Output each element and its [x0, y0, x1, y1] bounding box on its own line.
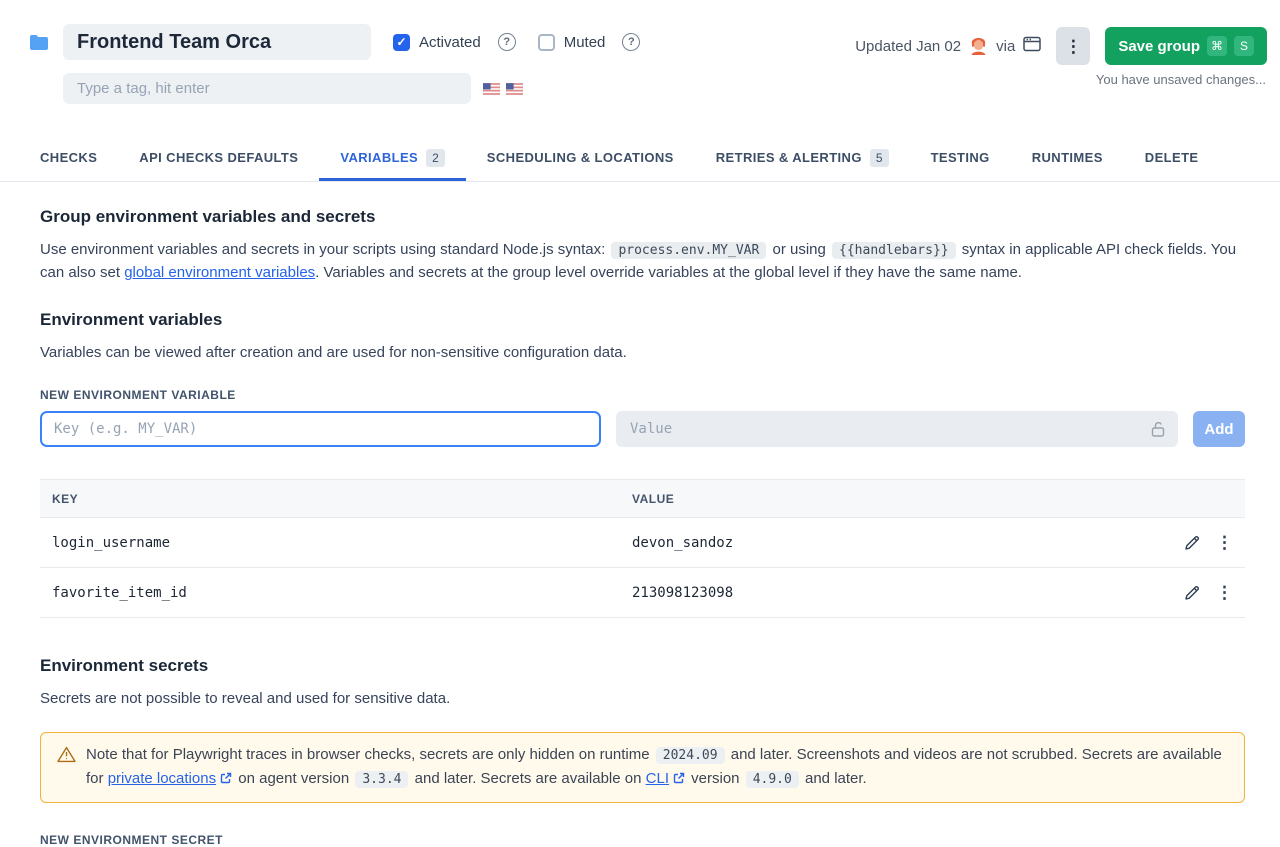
row-menu-button[interactable]: ⋮ [1216, 534, 1233, 551]
cli-link[interactable]: CLI [646, 770, 669, 787]
us-flag-icon [506, 83, 523, 95]
save-group-button[interactable]: Save group ⌘ S [1105, 27, 1267, 65]
new-env-variable-label: NEW ENVIRONMENT VARIABLE [40, 388, 1245, 402]
page-header: ✓ Activated ? Muted ? [0, 0, 1280, 104]
code-cli-version: 4.9.0 [746, 771, 799, 788]
group-name-input[interactable] [63, 24, 371, 60]
env-variables-heading: Environment variables [40, 310, 1245, 330]
variables-table: KEY VALUE login_username devon_sandoz ⋮ … [40, 479, 1245, 618]
code-runtime-version: 2024.09 [656, 747, 725, 764]
muted-help-icon[interactable]: ? [622, 33, 640, 51]
activated-help-icon[interactable]: ? [498, 33, 516, 51]
tab-testing[interactable]: TESTING [910, 134, 1011, 181]
retries-count-badge: 5 [870, 149, 889, 167]
tab-variables[interactable]: VARIABLES 2 [319, 134, 465, 181]
table-row: login_username devon_sandoz ⋮ [40, 518, 1245, 568]
new-variable-form: Add [40, 411, 1245, 447]
checkbox-checked-icon[interactable]: ✓ [393, 34, 410, 51]
tab-checks[interactable]: CHECKS [19, 134, 118, 181]
muted-label: Muted [564, 34, 606, 51]
activated-label: Activated [419, 34, 481, 51]
s-key-icon: S [1234, 36, 1254, 56]
location-flags [483, 83, 523, 95]
table-row: favorite_item_id 213098123098 ⋮ [40, 568, 1245, 618]
env-variables-description: Variables can be viewed after creation a… [40, 342, 1245, 364]
col-header-key: KEY [52, 492, 632, 506]
us-flag-icon [483, 83, 500, 95]
col-header-value: VALUE [632, 492, 1141, 506]
more-actions-button[interactable]: ⋮ [1056, 27, 1090, 65]
env-secrets-description: Secrets are not possible to reveal and u… [40, 688, 1245, 710]
external-link-icon [220, 768, 232, 791]
pencil-icon [1184, 585, 1200, 601]
updated-meta: Updated Jan 02 via [855, 34, 1041, 59]
variables-panel: Group environment variables and secrets … [0, 207, 1280, 847]
warning-text: Note that for Playwright traces in brows… [86, 743, 1228, 791]
activated-checkbox[interactable]: ✓ Activated ? [393, 33, 516, 51]
settings-tabbar: CHECKS API CHECKS DEFAULTS VARIABLES 2 S… [0, 134, 1280, 182]
unsaved-changes-text: You have unsaved changes... [1096, 72, 1266, 87]
kebab-menu-icon: ⋮ [1216, 534, 1233, 551]
checkbox-unchecked-icon[interactable] [538, 34, 555, 51]
updated-text: Updated Jan 02 [855, 38, 961, 55]
code-agent-version: 3.3.4 [355, 771, 408, 788]
tab-scheduling-locations[interactable]: SCHEDULING & LOCATIONS [466, 134, 695, 181]
tab-runtimes[interactable]: RUNTIMES [1011, 134, 1124, 181]
kebab-menu-icon: ⋮ [1065, 38, 1082, 55]
new-env-secret-label: NEW ENVIRONMENT SECRET [40, 833, 1245, 847]
env-secrets-heading: Environment secrets [40, 656, 1245, 676]
variable-value: devon_sandoz [632, 535, 1141, 551]
code-process-env: process.env.MY_VAR [611, 242, 766, 259]
code-handlebars: {{handlebars}} [832, 242, 956, 259]
edit-variable-button[interactable] [1184, 535, 1200, 551]
tab-api-checks-defaults[interactable]: API CHECKS DEFAULTS [118, 134, 319, 181]
private-locations-link[interactable]: private locations [108, 770, 216, 787]
edit-variable-button[interactable] [1184, 585, 1200, 601]
variables-count-badge: 2 [426, 149, 445, 167]
cmd-key-icon: ⌘ [1207, 36, 1227, 56]
table-header-row: KEY VALUE [40, 480, 1245, 518]
intro-paragraph: Use environment variables and secrets in… [40, 239, 1245, 284]
save-group-label: Save group [1118, 38, 1200, 55]
row-menu-button[interactable]: ⋮ [1216, 584, 1233, 601]
variable-key: login_username [52, 535, 632, 551]
variable-key: favorite_item_id [52, 585, 632, 601]
via-text: via [996, 38, 1015, 55]
kebab-menu-icon: ⋮ [1216, 584, 1233, 601]
unlocked-icon [1150, 421, 1166, 443]
pencil-icon [1184, 535, 1200, 551]
variable-key-input[interactable] [40, 411, 601, 447]
add-variable-button[interactable]: Add [1193, 411, 1245, 447]
variable-value: 213098123098 [632, 585, 1141, 601]
tag-input[interactable] [63, 73, 471, 104]
folder-icon [30, 35, 48, 55]
variable-value-input[interactable] [616, 411, 1178, 447]
muted-checkbox[interactable]: Muted ? [538, 33, 641, 51]
user-avatar [969, 34, 988, 59]
secrets-warning-banner: Note that for Playwright traces in brows… [40, 732, 1245, 803]
warning-triangle-icon [57, 746, 76, 791]
global-env-vars-link[interactable]: global environment variables [124, 264, 315, 281]
tab-retries-alerting[interactable]: RETRIES & ALERTING 5 [695, 134, 910, 181]
browser-icon [1023, 36, 1041, 56]
tab-delete[interactable]: DELETE [1124, 134, 1220, 181]
external-link-icon [673, 768, 685, 791]
page-title: Group environment variables and secrets [40, 207, 1245, 227]
